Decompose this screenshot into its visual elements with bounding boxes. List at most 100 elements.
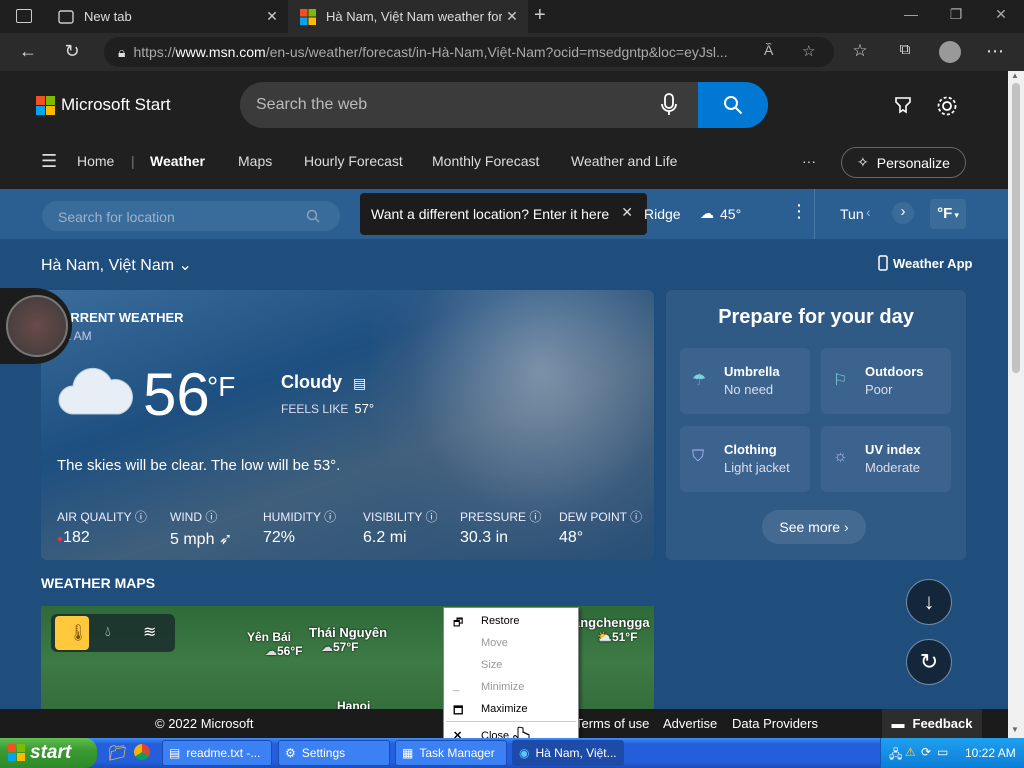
unit-toggle[interactable]: °F ▾ <box>930 199 966 229</box>
display-icon[interactable]: ▭ <box>937 745 948 759</box>
web-search-box[interactable]: Search the web <box>240 82 768 128</box>
nav-maps[interactable]: Maps <box>238 153 272 169</box>
hamburger-menu-icon[interactable]: ☰ <box>41 151 57 172</box>
tab-close-icon[interactable]: ✕ <box>502 8 522 25</box>
chevron-down-icon: ⌄ <box>178 257 192 274</box>
sync-icon[interactable]: ⟳ <box>921 745 931 759</box>
metric-dew-point[interactable]: DEW POINT ⓘ 48° <box>559 508 642 547</box>
network-icon[interactable]: 🖧︎ <box>889 745 902 766</box>
more-options-icon[interactable]: ⋮ <box>790 201 808 222</box>
rewards-icon[interactable] <box>893 95 913 115</box>
scrollbar-thumb[interactable] <box>1012 83 1020 373</box>
tile-uv-index[interactable]: ☼ UV index Moderate <box>821 426 951 492</box>
warning-icon[interactable]: ⚠ <box>905 745 916 759</box>
clock[interactable]: 10:22 AM <box>965 746 1016 760</box>
chevron-left-icon[interactable]: ‹ <box>866 204 871 220</box>
page-scrollbar[interactable]: ▲ ▼ <box>1008 71 1024 738</box>
sun-icon: ☼ <box>833 448 848 465</box>
taskbar-settings[interactable]: ⚙ Settings <box>278 740 390 766</box>
collections-icon[interactable]: ⧉ <box>893 41 917 58</box>
tile-umbrella[interactable]: ☂ Umbrella No need <box>680 348 810 414</box>
menu-item-restore[interactable]: 🗗︎ Restore <box>444 610 578 632</box>
window-close-icon[interactable]: ✕ <box>986 6 1016 23</box>
tab-weather[interactable]: Hà Nam, Việt Nam weather forecast ✕ <box>288 0 528 33</box>
saved-location-tun[interactable]: Tun <box>840 206 864 222</box>
profile-avatar[interactable] <box>939 41 961 63</box>
taskbar-readme[interactable]: ▤ readme.txt -... <box>162 740 272 766</box>
search-input[interactable]: Search the web <box>256 96 367 114</box>
temperature-unit: °F <box>207 371 236 402</box>
explorer-icon[interactable]: 📁︎ <box>108 744 127 762</box>
brand-logo[interactable]: Microsoft Start <box>36 95 171 115</box>
feedback-button[interactable]: ▬ Feedback <box>882 709 982 738</box>
footer-advertise[interactable]: Advertise <box>663 716 717 731</box>
nav-weather[interactable]: Weather <box>150 153 205 169</box>
see-more-button[interactable]: See more › <box>762 510 866 544</box>
menu-item-maximize[interactable]: 🗖︎ Maximize <box>444 698 578 720</box>
gear-icon[interactable] <box>936 95 958 117</box>
wind-layer-icon[interactable]: ≋ <box>143 622 156 642</box>
tab-actions-icon[interactable] <box>16 9 32 23</box>
add-favorite-icon[interactable]: ☆ <box>802 42 815 60</box>
nav-home[interactable]: Home <box>77 153 114 169</box>
metric-label: WIND <box>170 510 202 524</box>
weather-app-link[interactable]: Weather App <box>878 255 972 271</box>
read-aloud-icon[interactable]: A᷈ <box>764 42 773 58</box>
metric-humidity[interactable]: HUMIDITY ⓘ 72% <box>263 508 336 547</box>
tab-close-icon[interactable]: ✕ <box>262 8 282 25</box>
metric-pressure[interactable]: PRESSURE ⓘ 30.3 in <box>460 508 541 547</box>
precipitation-layer-icon[interactable]: 💧︎ <box>105 623 111 640</box>
scroll-down-button[interactable]: ↓ <box>906 579 952 625</box>
brand-name: Microsoft Start <box>61 95 171 114</box>
menu-item-minimize: _ Minimize <box>444 676 578 698</box>
footer-data-providers[interactable]: Data Providers <box>732 716 818 731</box>
chevron-right-icon[interactable]: › <box>892 202 914 224</box>
city-temp: ⛅51°F <box>597 630 638 644</box>
back-arrow-icon[interactable]: ← <box>16 41 40 62</box>
saved-location-ridge[interactable]: Ridge <box>644 206 681 222</box>
refresh-icon[interactable]: ↻ <box>60 41 84 62</box>
search-button[interactable] <box>698 82 768 128</box>
personalize-button[interactable]: ✧ Personalize <box>841 147 966 178</box>
start-button[interactable]: start <box>0 738 97 768</box>
scroll-up-icon[interactable]: ▲ <box>1011 71 1019 80</box>
location-search-input[interactable]: Search for location <box>42 201 340 231</box>
restore-icon: 🗗︎ <box>453 617 464 629</box>
temperature-layer-button[interactable]: 🌡︎ <box>55 616 89 650</box>
footer-terms[interactable]: Terms of use <box>575 716 649 731</box>
refresh-button[interactable]: ↻ <box>906 639 952 685</box>
microphone-icon[interactable] <box>660 93 678 117</box>
taskbar-task-manager[interactable]: ▦ Task Manager <box>395 740 507 766</box>
nav-hourly-forecast[interactable]: Hourly Forecast <box>304 153 403 169</box>
saved-location-temp[interactable]: ☁ 45° <box>700 205 741 222</box>
minimize-icon[interactable]: — <box>896 6 926 22</box>
restore-icon[interactable]: ❐ <box>941 6 971 23</box>
city-name: Thái Nguyên <box>309 625 388 640</box>
windows-taskbar: start 📁︎ ▤ readme.txt -... ⚙ Settings ▦ Tas… <box>0 738 1024 768</box>
favorites-icon[interactable]: ☆ <box>848 41 872 61</box>
nav-monthly-forecast[interactable]: Monthly Forecast <box>432 153 539 169</box>
info-icon: ⓘ <box>630 510 643 524</box>
metric-visibility[interactable]: VISIBILITY ⓘ 6.2 mi <box>363 508 438 547</box>
tile-clothing[interactable]: ⛉ Clothing Light jacket <box>680 426 810 492</box>
current-weather-card: URRENT WEATHER :1 AM 56 °F Cloudy ▤ FEEL… <box>41 290 654 560</box>
taskbar-edge-weather[interactable]: ◉ Hà Nam, Việt... <box>512 740 624 766</box>
tooltip-close-icon[interactable]: ✕ <box>621 204 633 221</box>
location-title[interactable]: Hà Nam, Việt Nam ⌄ <box>41 255 192 275</box>
settings-more-icon[interactable]: ⋯ <box>983 41 1007 62</box>
chrome-icon[interactable] <box>134 744 150 760</box>
floating-avatar[interactable] <box>6 295 68 357</box>
new-tab-plus-icon[interactable]: + <box>534 4 546 27</box>
address-bar[interactable]: 🔒︎ https://www.msn.com/en-us/weather/for… <box>104 37 834 67</box>
lock-icon[interactable]: 🔒︎ <box>118 44 125 61</box>
nav-weather-and-life[interactable]: Weather and Life <box>571 153 677 169</box>
tile-outdoors[interactable]: ⚐ Outdoors Poor <box>821 348 951 414</box>
details-icon[interactable]: ▤ <box>353 375 366 391</box>
nav-more[interactable]: ··· <box>802 153 816 169</box>
metric-wind[interactable]: WIND ⓘ 5 mph ➶ <box>170 508 232 549</box>
tab-new-tab[interactable]: New tab ✕ <box>46 0 288 33</box>
city-name: angchengga <box>573 615 650 630</box>
feels-like-value: 57° <box>354 401 375 416</box>
scroll-down-icon[interactable]: ▼ <box>1011 725 1019 734</box>
metric-air-quality[interactable]: AIR QUALITY ⓘ ●182 <box>57 508 147 547</box>
